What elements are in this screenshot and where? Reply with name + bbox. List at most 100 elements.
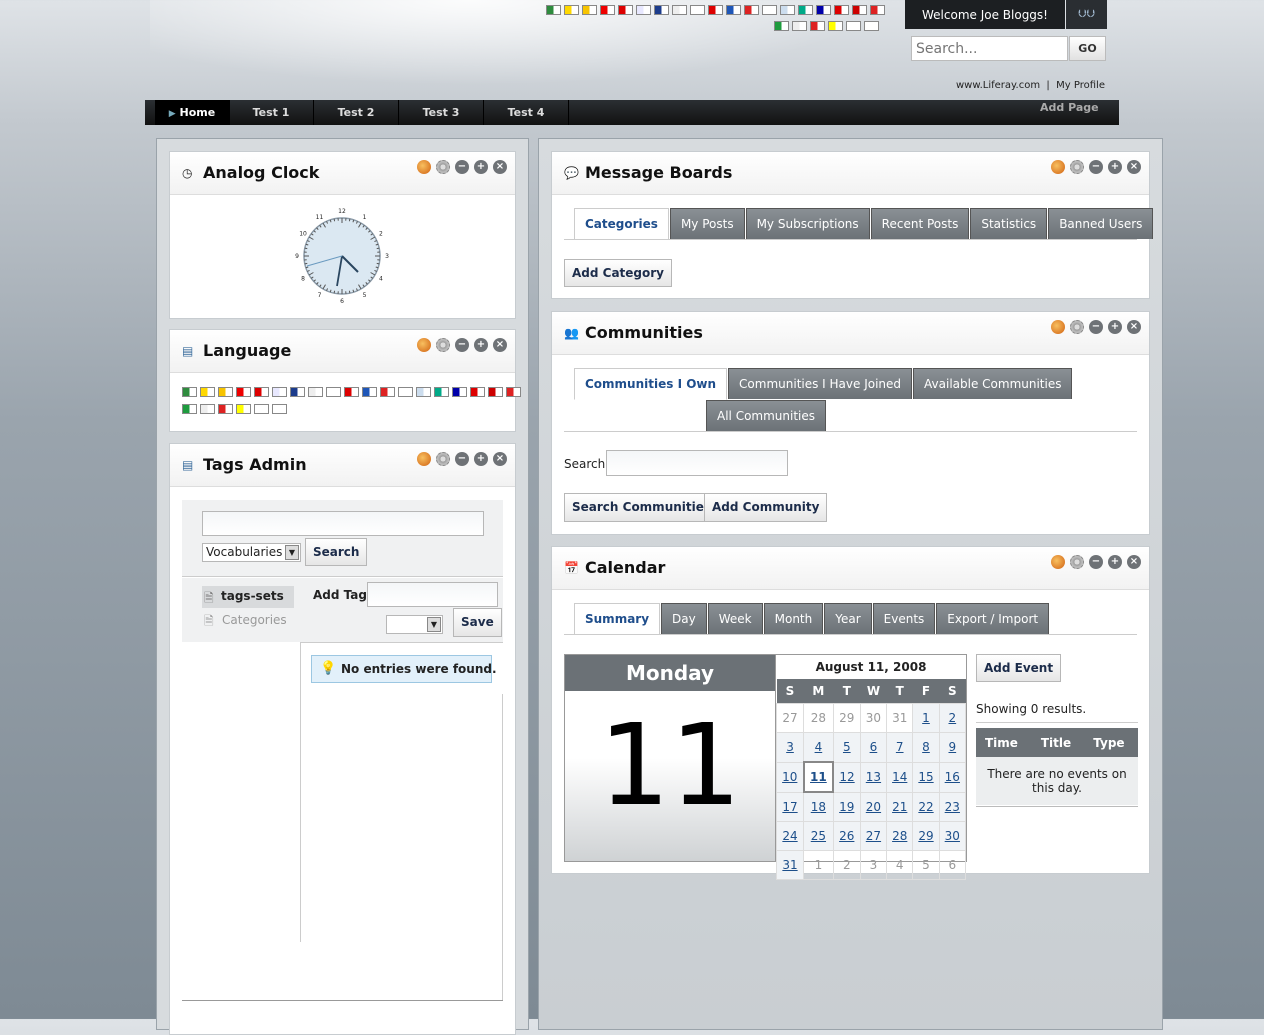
calendar-day[interactable]: 1 xyxy=(913,704,939,733)
flag-icon[interactable] xyxy=(690,5,705,15)
calendar-day[interactable]: 21 xyxy=(887,792,913,822)
flag-icon[interactable] xyxy=(636,5,651,15)
flag-icon[interactable] xyxy=(672,5,687,15)
calendar-day[interactable]: 12 xyxy=(833,762,860,792)
flag-icon[interactable] xyxy=(272,387,287,397)
tags-sets-item[interactable]: 🗎 tags-sets xyxy=(202,586,294,608)
flag-icon[interactable] xyxy=(546,5,561,15)
tab-statistics[interactable]: Statistics xyxy=(970,208,1047,239)
calendar-day[interactable]: 27 xyxy=(860,822,886,851)
flag-icon[interactable] xyxy=(236,404,251,414)
configuration-icon[interactable] xyxy=(436,160,450,174)
site-search-input[interactable] xyxy=(911,36,1068,61)
nav-tab-test1[interactable]: Test 1 xyxy=(229,100,314,125)
flag-icon[interactable] xyxy=(798,5,813,15)
tab-my-posts[interactable]: My Posts xyxy=(670,208,745,239)
look-and-feel-icon[interactable] xyxy=(1051,555,1065,569)
look-and-feel-icon[interactable] xyxy=(1051,160,1065,174)
flag-icon[interactable] xyxy=(308,387,323,397)
tab-communities-joined[interactable]: Communities I Have Joined xyxy=(728,368,912,399)
calendar-day[interactable]: 5 xyxy=(833,733,860,763)
calendar-day-today[interactable]: 11 xyxy=(804,762,834,792)
calendar-day[interactable]: 2 xyxy=(939,704,965,733)
calendar-day[interactable]: 19 xyxy=(833,792,860,822)
flag-icon[interactable] xyxy=(200,387,215,397)
close-icon[interactable]: × xyxy=(1127,320,1141,334)
close-icon[interactable]: × xyxy=(1127,160,1141,174)
flag-icon[interactable] xyxy=(218,404,233,414)
flag-icon[interactable] xyxy=(864,21,879,31)
look-and-feel-icon[interactable] xyxy=(1051,320,1065,334)
maximize-icon[interactable]: + xyxy=(1108,320,1122,334)
flag-icon[interactable] xyxy=(200,404,215,414)
flag-icon[interactable] xyxy=(290,387,305,397)
flag-icon[interactable] xyxy=(726,5,741,15)
flag-icon[interactable] xyxy=(708,5,723,15)
calendar-day[interactable]: 25 xyxy=(804,822,834,851)
flag-icon[interactable] xyxy=(182,404,197,414)
flag-icon[interactable] xyxy=(272,404,287,414)
configuration-icon[interactable] xyxy=(436,452,450,466)
flag-icon[interactable] xyxy=(416,387,431,397)
add-tag-input[interactable] xyxy=(367,582,498,607)
add-page-link[interactable]: Add Page xyxy=(1040,101,1099,114)
my-profile-link[interactable]: My Profile xyxy=(1056,80,1105,91)
close-icon[interactable]: × xyxy=(493,452,507,466)
flag-icon[interactable] xyxy=(762,5,777,15)
flag-icon[interactable] xyxy=(344,387,359,397)
calendar-day[interactable]: 30 xyxy=(939,822,965,851)
calendar-day[interactable]: 22 xyxy=(913,792,939,822)
tab-day[interactable]: Day xyxy=(661,603,707,634)
tags-search-button[interactable]: Search xyxy=(305,538,367,566)
maximize-icon[interactable]: + xyxy=(1108,160,1122,174)
calendar-day[interactable]: 17 xyxy=(777,792,804,822)
tab-month[interactable]: Month xyxy=(764,603,824,634)
minimize-icon[interactable]: − xyxy=(455,338,469,352)
calendar-day[interactable]: 28 xyxy=(887,822,913,851)
flag-icon[interactable] xyxy=(254,404,269,414)
calendar-day[interactable]: 24 xyxy=(777,822,804,851)
communities-search-input[interactable] xyxy=(606,450,788,476)
tab-events[interactable]: Events xyxy=(873,603,936,634)
tags-keyword-input[interactable] xyxy=(202,511,484,536)
liferay-link[interactable]: www.Liferay.com xyxy=(956,80,1040,91)
calendar-day[interactable]: 15 xyxy=(913,762,939,792)
calendar-day[interactable]: 8 xyxy=(913,733,939,763)
search-communities-button[interactable]: Search Communities xyxy=(564,493,719,522)
maximize-icon[interactable]: + xyxy=(474,452,488,466)
tag-set-select[interactable]: ▼ xyxy=(386,615,443,634)
tab-communities-i-own[interactable]: Communities I Own xyxy=(574,368,727,400)
flag-icon[interactable] xyxy=(834,5,849,15)
tab-export-import[interactable]: Export / Import xyxy=(936,603,1049,634)
flag-icon[interactable] xyxy=(398,387,413,397)
tab-my-subscriptions[interactable]: My Subscriptions xyxy=(746,208,870,239)
calendar-day[interactable]: 14 xyxy=(887,762,913,792)
dock-menu-icon[interactable]: ⮋⮋ xyxy=(1066,0,1107,29)
flag-icon[interactable] xyxy=(218,387,233,397)
flag-icon[interactable] xyxy=(780,5,795,15)
look-and-feel-icon[interactable] xyxy=(417,338,431,352)
flag-icon[interactable] xyxy=(600,5,615,15)
flag-icon[interactable] xyxy=(846,21,861,31)
calendar-day[interactable]: 31 xyxy=(777,851,804,880)
flag-icon[interactable] xyxy=(470,387,485,397)
flag-icon[interactable] xyxy=(816,5,831,15)
flag-icon[interactable] xyxy=(828,21,843,31)
flag-icon[interactable] xyxy=(582,5,597,15)
flag-icon[interactable] xyxy=(618,5,633,15)
save-tag-button[interactable]: Save xyxy=(453,608,502,637)
calendar-day[interactable]: 16 xyxy=(939,762,965,792)
flag-icon[interactable] xyxy=(488,387,503,397)
calendar-day[interactable]: 18 xyxy=(804,792,834,822)
maximize-icon[interactable]: + xyxy=(474,338,488,352)
flag-icon[interactable] xyxy=(362,387,377,397)
flag-icon[interactable] xyxy=(236,387,251,397)
flag-icon[interactable] xyxy=(452,387,467,397)
flag-icon[interactable] xyxy=(744,5,759,15)
tab-year[interactable]: Year xyxy=(824,603,871,634)
close-icon[interactable]: × xyxy=(493,338,507,352)
calendar-day[interactable]: 9 xyxy=(939,733,965,763)
calendar-day[interactable]: 26 xyxy=(833,822,860,851)
tab-categories[interactable]: Categories xyxy=(574,208,669,240)
minimize-icon[interactable]: − xyxy=(1089,320,1103,334)
